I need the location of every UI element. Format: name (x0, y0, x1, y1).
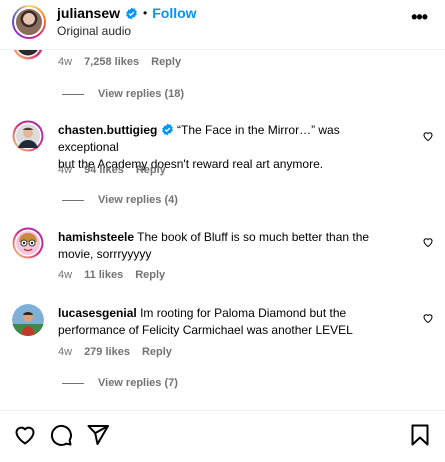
view-replies-button[interactable]: View replies (7) (62, 377, 178, 389)
comment-icon[interactable] (49, 423, 73, 447)
author-avatar[interactable] (12, 5, 46, 39)
follow-button[interactable]: Follow (152, 5, 196, 21)
comment-likes[interactable]: 11 likes (84, 269, 123, 281)
send-icon[interactable] (86, 423, 110, 447)
separator-dot: • (143, 6, 148, 20)
view-replies-label[interactable]: View replies (7) (98, 377, 178, 389)
view-replies-button[interactable]: View replies (18) (62, 88, 184, 100)
comment-avatar[interactable] (12, 50, 44, 60)
comment-meta: 4w 94 likes Reply (58, 164, 166, 176)
comments-list[interactable]: 4w 7,258 likes Reply View replies (18) c… (0, 50, 445, 410)
like-comment-heart-icon[interactable] (422, 130, 434, 142)
comment-meta: 4w 7,258 likes Reply (58, 56, 181, 68)
comment-body-line2: movie, sorrryyyyy (58, 247, 152, 261)
view-replies-button[interactable]: View replies (4) (62, 194, 178, 206)
comment-time: 4w (58, 164, 73, 176)
reply-button[interactable]: Reply (135, 269, 165, 281)
post-header: juliansew • Follow Original audio ••• (0, 0, 445, 50)
comment-avatar[interactable] (12, 304, 44, 336)
comment-meta: 4w 279 likes Reply (58, 346, 172, 358)
comment-body-line2: performance of Felicity Carmichael was a… (58, 323, 353, 337)
comment-body-line1: Im rooting for Paloma Diamond but the (140, 306, 347, 320)
comment-text: hamishsteele The book of Bluff is so muc… (58, 229, 403, 263)
comment-time: 4w (58, 56, 73, 68)
comment-avatar[interactable] (12, 120, 44, 152)
like-comment-heart-icon[interactable] (422, 236, 434, 248)
view-replies-label[interactable]: View replies (18) (98, 88, 184, 100)
reply-button[interactable]: Reply (142, 346, 172, 358)
comment-likes[interactable]: 279 likes (84, 346, 130, 358)
reply-button[interactable]: Reply (151, 56, 181, 68)
reply-button[interactable]: Reply (136, 164, 166, 176)
comment-body-line1: The book of Bluff is so much better than… (137, 230, 370, 244)
comment-time: 4w (58, 269, 73, 281)
divider-line (62, 93, 84, 95)
comment-likes[interactable]: 7,258 likes (84, 56, 139, 68)
like-comment-heart-icon[interactable] (422, 312, 434, 324)
verified-badge-icon (161, 123, 173, 136)
bookmark-icon[interactable] (408, 423, 432, 447)
view-replies-label[interactable]: View replies (4) (98, 194, 178, 206)
verified-badge-icon (126, 7, 137, 19)
author-line: juliansew • Follow (57, 5, 197, 21)
comment-likes[interactable]: 94 likes (84, 164, 124, 176)
post-actions-bar (0, 410, 445, 462)
comment-username[interactable]: hamishsteele (58, 230, 134, 244)
comment-time: 4w (58, 346, 73, 358)
audio-label[interactable]: Original audio (57, 24, 131, 38)
comment-avatar[interactable] (12, 227, 44, 259)
more-options-icon[interactable]: ••• (411, 8, 428, 26)
comment-username[interactable]: chasten.buttigieg (58, 123, 157, 137)
divider-line (62, 199, 84, 201)
comment-text: lucasesgenial Im rooting for Paloma Diam… (58, 305, 403, 339)
comment-meta: 4w 11 likes Reply (58, 269, 165, 281)
divider-line (62, 382, 84, 384)
comment-username[interactable]: lucasesgenial (58, 306, 137, 320)
author-username[interactable]: juliansew (57, 5, 120, 21)
heart-icon[interactable] (13, 423, 37, 447)
